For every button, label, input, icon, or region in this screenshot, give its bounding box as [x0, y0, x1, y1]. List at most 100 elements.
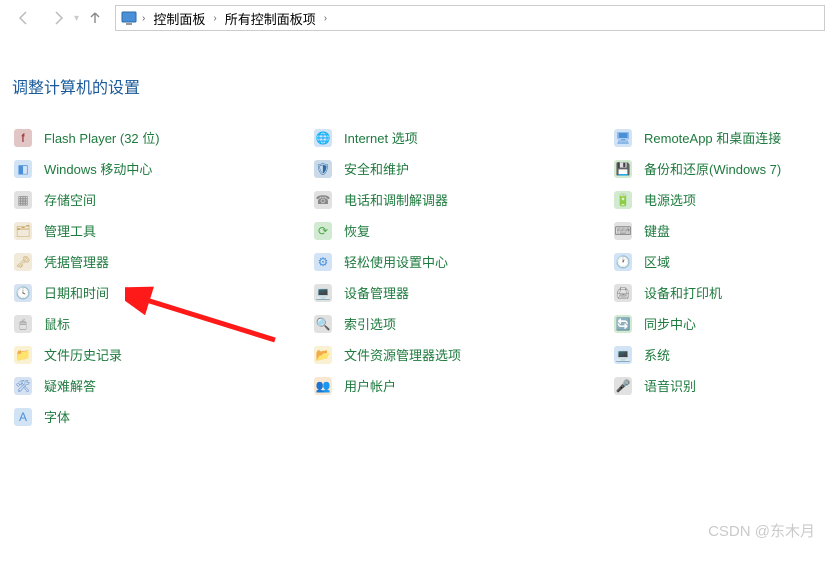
cp-item-phone-modem[interactable]: ☎ 电话和调制解调器 — [312, 184, 612, 215]
cp-item-troubleshooting[interactable]: 🛠 疑难解答 — [12, 370, 312, 401]
cp-item-label: Internet 选项 — [344, 128, 418, 147]
svg-text:🖱: 🖱 — [19, 317, 26, 331]
svg-text:A: A — [19, 410, 27, 424]
sync-center-icon: 🔄 — [612, 313, 634, 335]
speech-recognition-icon: 🎤 — [612, 375, 634, 397]
cp-item-admin-tools[interactable]: 🗂 管理工具 — [12, 215, 312, 246]
svg-text:📁: 📁 — [16, 348, 31, 362]
cp-item-label: 同步中心 — [644, 314, 696, 333]
cp-item-label: 文件历史记录 — [44, 345, 122, 364]
svg-text:🔄: 🔄 — [616, 317, 631, 331]
cp-item-keyboard[interactable]: ⌨ 键盘 — [612, 215, 835, 246]
chevron-down-icon[interactable]: ▾ — [74, 13, 79, 24]
chevron-right-icon: › — [140, 13, 147, 24]
chevron-right-icon: › — [211, 13, 218, 24]
back-button[interactable] — [10, 4, 38, 32]
svg-text:🔍: 🔍 — [316, 316, 331, 331]
file-explorer-options-icon: 📂 — [312, 344, 334, 366]
svg-text:🎤: 🎤 — [616, 378, 631, 393]
power-options-icon: 🔋 — [612, 189, 634, 211]
cp-item-storage-spaces[interactable]: ▦ 存储空间 — [12, 184, 312, 215]
svg-text:📂: 📂 — [316, 348, 331, 362]
cp-item-fonts[interactable]: A 字体 — [12, 401, 312, 432]
troubleshooting-icon: 🛠 — [12, 375, 34, 397]
svg-text:💻: 💻 — [316, 286, 331, 300]
internet-options-icon: 🌐 — [312, 127, 334, 149]
cp-item-label: RemoteApp 和桌面连接 — [644, 128, 781, 147]
svg-text:🛡: 🛡 — [315, 162, 330, 176]
svg-text:⚙: ⚙ — [318, 255, 329, 269]
cp-item-label: 用户帐户 — [344, 376, 396, 395]
cp-item-file-explorer-options[interactable]: 📂 文件资源管理器选项 — [312, 339, 612, 370]
ease-of-access-icon: ⚙ — [312, 251, 334, 273]
svg-text:☎: ☎ — [316, 193, 331, 207]
svg-text:▦: ▦ — [17, 193, 28, 207]
breadcrumb-control-panel[interactable]: 控制面板 — [149, 7, 209, 30]
cp-item-file-history[interactable]: 📁 文件历史记录 — [12, 339, 312, 370]
cp-item-label: 恢复 — [344, 221, 370, 240]
cp-item-internet-options[interactable]: 🌐 Internet 选项 — [312, 122, 612, 153]
cp-item-label: 存储空间 — [44, 190, 96, 209]
cp-item-label: 安全和维护 — [344, 159, 409, 178]
cp-item-label: 凭据管理器 — [44, 252, 109, 271]
cp-item-label: 管理工具 — [44, 221, 96, 240]
fonts-icon: A — [12, 406, 34, 428]
mouse-icon: 🖱 — [12, 313, 34, 335]
date-time-icon: 🕓 — [12, 282, 34, 304]
cp-item-power-options[interactable]: 🔋 电源选项 — [612, 184, 835, 215]
cp-item-indexing-options[interactable]: 🔍 索引选项 — [312, 308, 612, 339]
cp-item-devices-printers[interactable]: 🖨 设备和打印机 — [612, 277, 835, 308]
forward-button[interactable] — [44, 4, 72, 32]
storage-spaces-icon: ▦ — [12, 189, 34, 211]
cp-item-label: 鼠标 — [44, 314, 70, 333]
svg-text:🕓: 🕓 — [16, 286, 31, 300]
cp-item-label: 日期和时间 — [44, 283, 109, 302]
cp-item-backup-restore[interactable]: 💾 备份和还原(Windows 7) — [612, 153, 835, 184]
svg-text:🗂: 🗂 — [15, 224, 30, 238]
cp-item-label: 电话和调制解调器 — [344, 190, 448, 209]
user-accounts-icon: 👥 — [312, 375, 334, 397]
cp-item-mouse[interactable]: 🖱 鼠标 — [12, 308, 312, 339]
svg-text:🔋: 🔋 — [616, 193, 631, 207]
svg-text:🗝: 🗝 — [15, 255, 30, 269]
cp-item-system[interactable]: 💻系统 — [612, 339, 835, 370]
cp-item-remoteapp[interactable]: 🖥 RemoteApp 和桌面连接 — [612, 122, 835, 153]
up-button[interactable] — [81, 4, 109, 32]
cp-item-label: 索引选项 — [344, 314, 396, 333]
svg-text:⟳: ⟳ — [318, 224, 328, 238]
svg-text:◧: ◧ — [17, 162, 28, 176]
remoteapp-icon: 🖥 — [612, 127, 634, 149]
cp-item-flash-player[interactable]: fFlash Player (32 位) — [12, 122, 312, 153]
cp-item-credential-manager[interactable]: 🗝 凭据管理器 — [12, 246, 312, 277]
watermark: CSDN @东木月 — [708, 520, 815, 541]
cp-item-user-accounts[interactable]: 👥 用户帐户 — [312, 370, 612, 401]
cp-item-device-manager[interactable]: 💻设备管理器 — [312, 277, 612, 308]
svg-text:👥: 👥 — [316, 379, 331, 393]
cp-item-ease-of-access[interactable]: ⚙轻松使用设置中心 — [312, 246, 612, 277]
svg-text:⌨: ⌨ — [614, 224, 631, 238]
devices-printers-icon: 🖨 — [612, 282, 634, 304]
admin-tools-icon: 🗂 — [12, 220, 34, 242]
security-maintenance-icon: 🛡 — [312, 158, 334, 180]
cp-item-label: 设备和打印机 — [644, 283, 722, 302]
breadcrumb-all-items[interactable]: 所有控制面板项 — [221, 7, 320, 30]
cp-item-recovery[interactable]: ⟳ 恢复 — [312, 215, 612, 246]
cp-item-label: 文件资源管理器选项 — [344, 345, 461, 364]
svg-text:🖨: 🖨 — [615, 286, 630, 300]
cp-item-speech-recognition[interactable]: 🎤语音识别 — [612, 370, 835, 401]
cp-item-region[interactable]: 🕐区域 — [612, 246, 835, 277]
svg-text:🌐: 🌐 — [316, 131, 331, 145]
cp-item-label: 疑难解答 — [44, 376, 96, 395]
cp-item-label: 电源选项 — [644, 190, 696, 209]
cp-item-mobility-center[interactable]: ◧Windows 移动中心 — [12, 153, 312, 184]
cp-item-date-time[interactable]: 🕓 日期和时间 — [12, 277, 312, 308]
cp-item-security-maintenance[interactable]: 🛡 安全和维护 — [312, 153, 612, 184]
cp-item-label: Flash Player (32 位) — [44, 128, 160, 147]
cp-item-label: 键盘 — [644, 221, 670, 240]
cp-item-sync-center[interactable]: 🔄 同步中心 — [612, 308, 835, 339]
backup-restore-icon: 💾 — [612, 158, 634, 180]
cp-item-label: 字体 — [44, 407, 70, 426]
address-bar[interactable]: › 控制面板 › 所有控制面板项 › — [115, 5, 825, 31]
cp-item-label: 备份和还原(Windows 7) — [644, 159, 781, 178]
file-history-icon: 📁 — [12, 344, 34, 366]
